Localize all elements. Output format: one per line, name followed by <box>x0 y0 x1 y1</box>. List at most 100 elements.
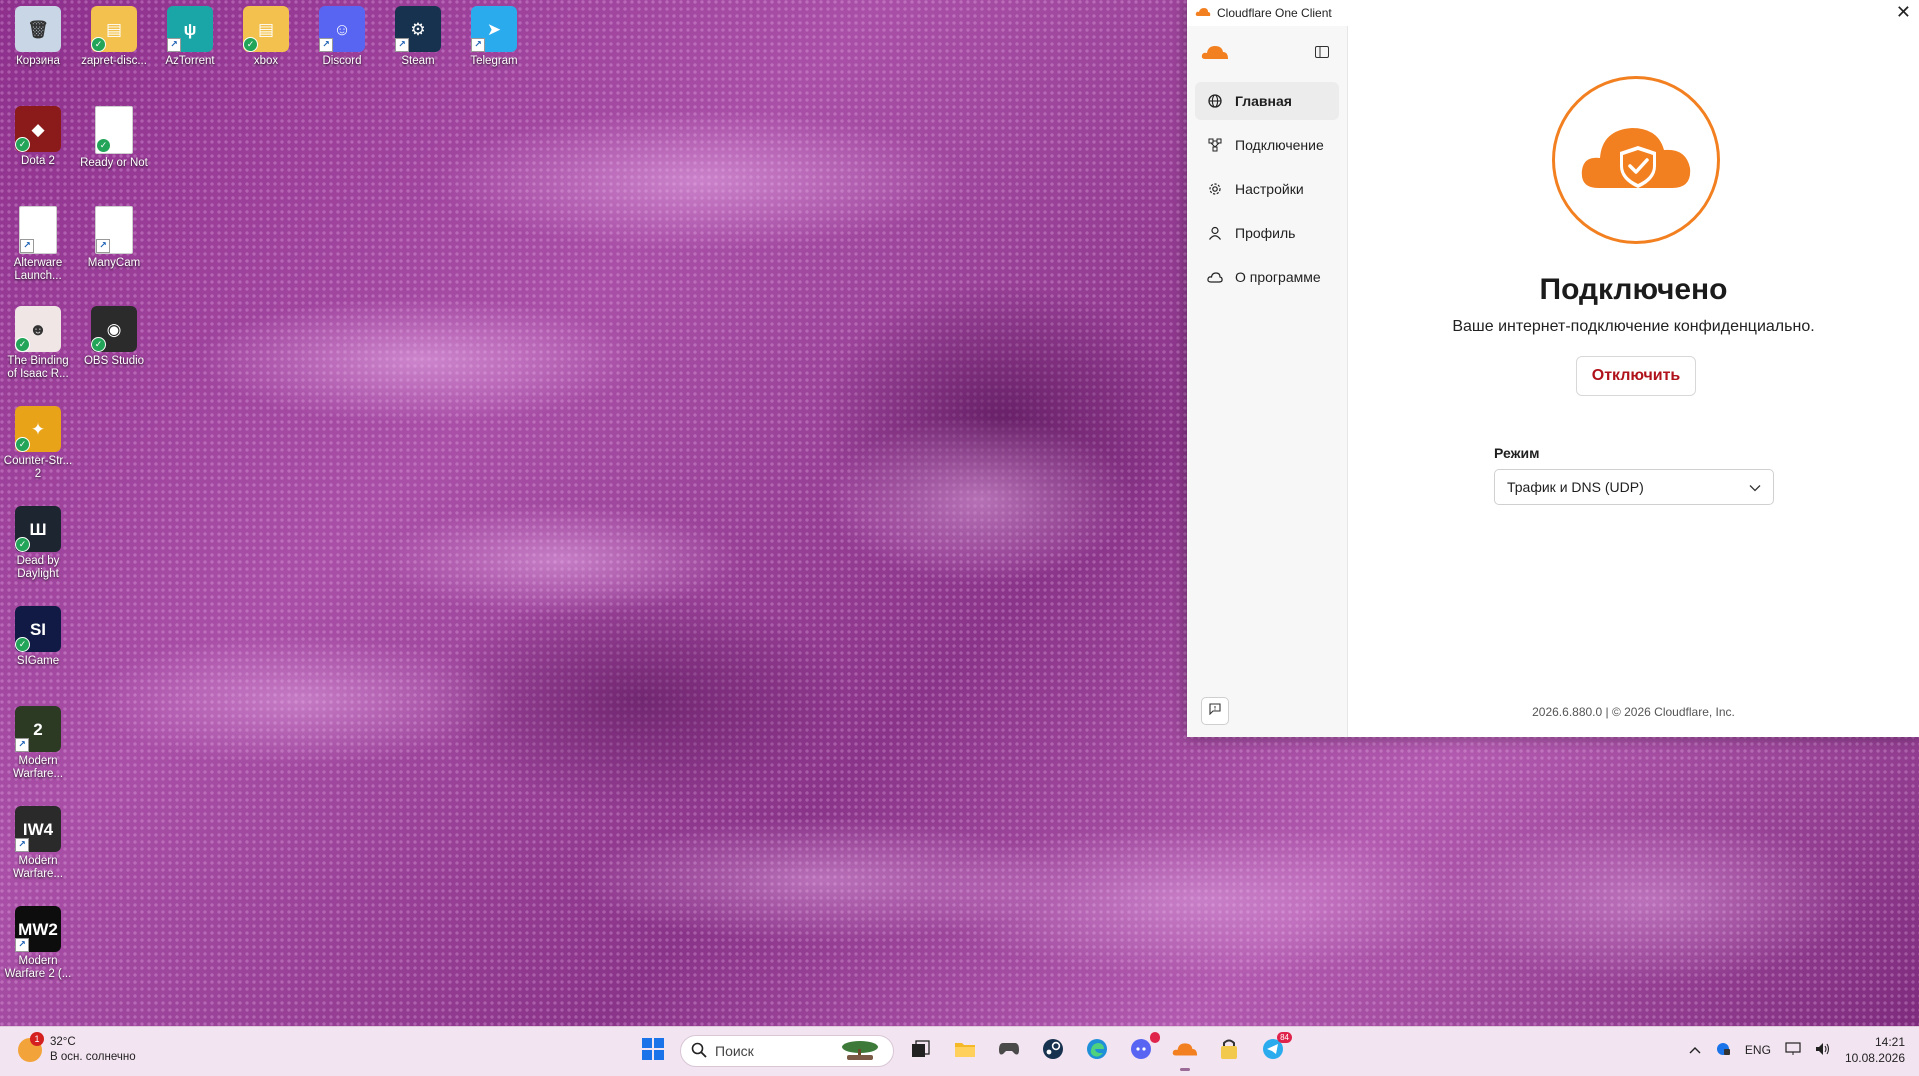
desktop-icon-label: Modern Warfare... <box>12 855 64 880</box>
cloudflare-taskbar-button[interactable] <box>1168 1034 1202 1071</box>
display-network-icon[interactable] <box>1785 1041 1801 1059</box>
app-icon: ⚙ ↗ <box>395 6 441 52</box>
version-footer: 2026.6.880.0 | © 2026 Cloudflare, Inc. <box>1532 705 1735 719</box>
desktop-icon[interactable]: ➤ ↗ Telegram <box>458 6 530 68</box>
network-icon <box>1207 137 1223 153</box>
close-button[interactable]: ✕ <box>1896 2 1911 22</box>
app-icon: ◆ ✓ <box>15 106 61 152</box>
desktop-icon[interactable]: ✦ ✓ Counter-Str... 2 <box>2 406 74 481</box>
taskbar-apps: Поиск 84 <box>636 1032 1292 1071</box>
user-icon <box>1207 225 1223 241</box>
volume-icon[interactable] <box>1815 1042 1831 1059</box>
disconnect-button[interactable]: Отключить <box>1576 356 1696 396</box>
file-explorer-button[interactable] <box>948 1034 982 1068</box>
sidebar-item-profile[interactable]: Профиль <box>1195 214 1339 252</box>
sidebar-item-label: Подключение <box>1235 137 1324 153</box>
desktop-icon-label: AzTorrent <box>165 55 215 67</box>
desktop-icon-label: Telegram <box>470 55 518 67</box>
shortcut-arrow-icon: ↗ <box>96 239 110 253</box>
sidebar-item-label: Настройки <box>1235 181 1304 197</box>
sidebar-item-connection[interactable]: Подключение <box>1195 126 1339 164</box>
search-icon <box>691 1042 707 1061</box>
gamepad-app-button[interactable] <box>992 1034 1026 1068</box>
sidebar-item-label: Главная <box>1235 93 1292 109</box>
active-indicator <box>1180 1068 1190 1071</box>
task-view-button[interactable] <box>904 1034 938 1068</box>
telegram-taskbar-button[interactable]: 84 <box>1256 1032 1292 1068</box>
desktop-icon-label: Counter-Str... 2 <box>3 455 73 480</box>
app-icon: ☺ ↗ <box>319 6 365 52</box>
desktop-icon[interactable]: ⚙ ↗ Steam <box>382 6 454 68</box>
desktop-icon[interactable]: ☻ ✓ The Binding of Isaac R... <box>2 306 74 381</box>
desktop-icon[interactable]: ✓ Ready or Not <box>78 106 150 170</box>
shortcut-arrow-icon: ↗ <box>167 38 181 52</box>
desktop-icon[interactable]: 🗑 Корзина <box>2 6 74 68</box>
cloud-shield-icon <box>1576 118 1696 203</box>
network-status-icon[interactable] <box>1715 1042 1731 1059</box>
system-tray: ENG 14:21 10.08.2026 <box>1689 1034 1905 1066</box>
desktop-icon[interactable]: ↗ ManyCam <box>78 206 150 270</box>
sidebar: Главная Подключение Настройки Профиль О … <box>1187 26 1348 737</box>
desktop-icon[interactable]: ▤ ✓ zapret-disc... <box>78 6 150 68</box>
language-indicator[interactable]: ENG <box>1745 1043 1771 1057</box>
desktop-icon[interactable]: ↗ Alterware Launch... <box>2 206 74 283</box>
desktop-icon[interactable]: 2 ↗ Modern Warfare... <box>2 706 74 781</box>
shortcut-arrow-icon: ↗ <box>395 38 409 52</box>
lock-icon <box>1219 1038 1239 1065</box>
desktop-icon-label: SIGame <box>16 655 60 667</box>
desktop-icon[interactable]: ψ ↗ AzTorrent <box>154 6 226 68</box>
desktop-icon-label: Modern Warfare... <box>12 755 64 780</box>
discord-taskbar-button[interactable] <box>1124 1032 1160 1068</box>
desktop-icon-label: Modern Warfare 2 (... <box>4 955 72 980</box>
sync-check-icon: ✓ <box>91 337 106 352</box>
desktop-icon-label: xbox <box>253 55 279 67</box>
edge-taskbar-button[interactable] <box>1080 1034 1114 1068</box>
desktop-icon[interactable]: IW4 ↗ Modern Warfare... <box>2 806 74 881</box>
app-icon: ✓ <box>95 106 133 154</box>
desktop-icon[interactable]: Ш ✓ Dead by Daylight <box>2 506 74 581</box>
sync-check-icon: ✓ <box>15 137 30 152</box>
chevron-up-icon[interactable] <box>1689 1043 1701 1057</box>
app-icon: ✦ ✓ <box>15 406 61 452</box>
steam-icon <box>1042 1038 1064 1065</box>
notification-badge: 1 <box>30 1032 44 1046</box>
task-view-icon <box>911 1039 931 1063</box>
cloud-icon <box>1207 269 1223 285</box>
sidebar-item-about[interactable]: О программе <box>1195 258 1339 296</box>
weather-temperature: 32°C <box>50 1036 76 1048</box>
clock[interactable]: 14:21 10.08.2026 <box>1845 1034 1905 1066</box>
desktop-icon[interactable]: ☺ ↗ Discord <box>306 6 378 68</box>
sidebar-item-home[interactable]: Главная <box>1195 82 1339 120</box>
mode-select[interactable]: Трафик и DNS (UDP) <box>1494 469 1774 505</box>
desktop-icon[interactable]: SI ✓ SIGame <box>2 606 74 668</box>
app-icon: ψ ↗ <box>167 6 213 52</box>
status-subtitle: Ваше интернет-подключение конфиденциальн… <box>1452 318 1815 335</box>
vpn-app-taskbar-button[interactable] <box>1212 1034 1246 1068</box>
app-icon: ◉ ✓ <box>91 306 137 352</box>
app-icon: ☻ ✓ <box>15 306 61 352</box>
feedback-button[interactable] <box>1201 697 1229 725</box>
shortcut-arrow-icon: ↗ <box>15 838 29 852</box>
steam-taskbar-button[interactable] <box>1036 1034 1070 1068</box>
desktop-icon-label: Корзина <box>16 55 60 67</box>
mode-select-value: Трафик и DNS (UDP) <box>1507 479 1644 495</box>
edge-icon <box>1086 1038 1108 1065</box>
sidebar-item-settings[interactable]: Настройки <box>1195 170 1339 208</box>
sidebar-item-label: Профиль <box>1235 225 1296 241</box>
desktop-icon[interactable]: MW2 ↗ Modern Warfare 2 (... <box>2 906 74 981</box>
taskbar-search[interactable]: Поиск <box>680 1035 894 1067</box>
desktop-icon[interactable]: ◆ ✓ Dota 2 <box>2 106 74 168</box>
sidebar-toggle-button[interactable] <box>1315 45 1329 63</box>
shortcut-arrow-icon: ↗ <box>15 938 29 952</box>
app-icon: ↗ <box>95 206 133 254</box>
start-button[interactable] <box>636 1034 670 1068</box>
app-icon: ▤ ✓ <box>91 6 137 52</box>
desktop-icon[interactable]: ◉ ✓ OBS Studio <box>78 306 150 368</box>
weather-widget[interactable]: 1 32°C В осн. солнечно <box>18 1032 136 1065</box>
window-titlebar[interactable]: Cloudflare One Client ✕ <box>1187 0 1919 26</box>
chevron-down-icon <box>1749 479 1761 495</box>
desktop-icon[interactable]: ▤ ✓ xbox <box>230 6 302 68</box>
unread-badge: 84 <box>1277 1032 1292 1043</box>
desktop-icon-label: The Binding of Isaac R... <box>7 355 69 380</box>
status-title: Подключено <box>1539 273 1728 306</box>
